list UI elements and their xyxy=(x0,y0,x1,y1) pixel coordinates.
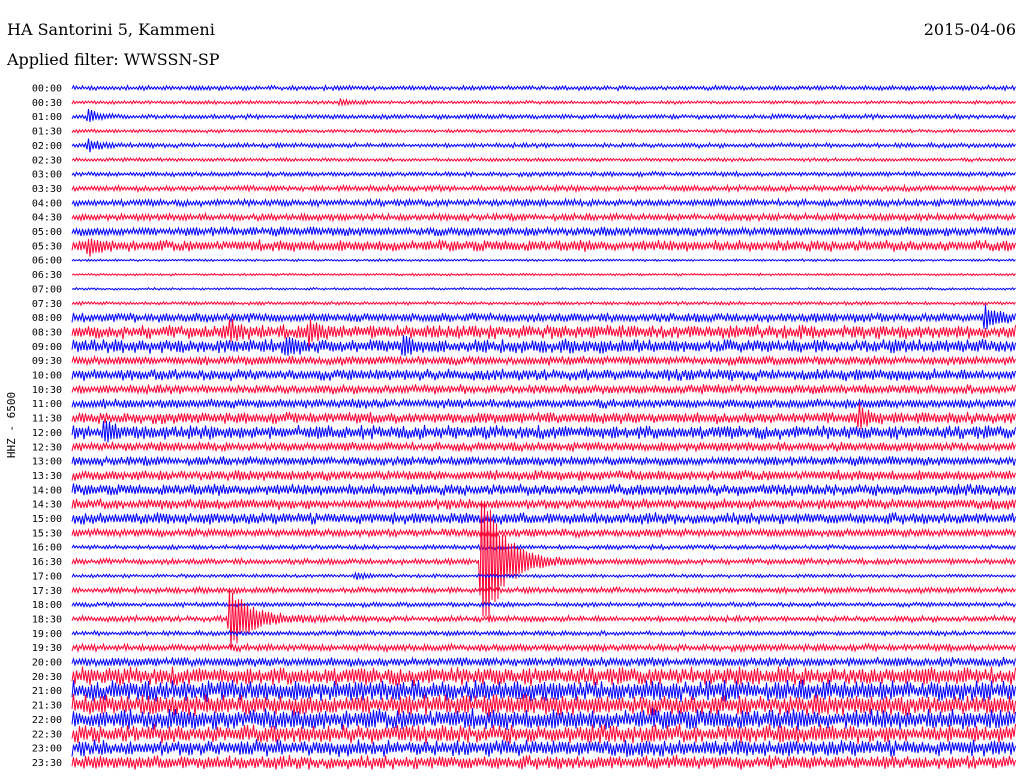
row-time-label: 11:30 xyxy=(32,414,62,425)
seismic-trace xyxy=(71,83,1016,92)
seismic-trace xyxy=(71,590,1016,650)
row-time-label: 19:00 xyxy=(32,629,62,640)
row-time-label: 06:00 xyxy=(32,256,62,267)
seismic-trace xyxy=(71,286,1016,291)
seismic-trace xyxy=(71,304,1016,330)
row-time-label: 04:30 xyxy=(32,213,62,224)
row-time-label: 22:00 xyxy=(32,715,62,726)
trace-rows: 00:00 00:30 01:00 01:30 02:00 02:30 03:00 03:30… xyxy=(32,84,1016,770)
row-time-label: 07:30 xyxy=(32,299,62,310)
seismic-trace xyxy=(71,498,1016,510)
helicorder-plot: 00:00 00:30 01:00 01:30 02:00 02:30 03:00 03:30… xyxy=(5,84,1016,770)
row-time-label: 02:00 xyxy=(32,141,62,152)
seismic-trace xyxy=(71,543,1016,552)
row-time-label: 16:30 xyxy=(32,557,62,568)
row-time-label: 08:30 xyxy=(32,327,62,338)
row-time-label: 08:00 xyxy=(32,313,62,324)
row-time-label: 00:30 xyxy=(32,98,62,109)
seismic-trace xyxy=(71,679,1016,703)
row-time-label: 03:00 xyxy=(32,170,62,181)
seismic-trace xyxy=(71,335,1016,357)
seismic-trace xyxy=(71,693,1016,717)
row-time-label: 17:30 xyxy=(32,586,62,597)
row-time-label: 18:00 xyxy=(32,600,62,611)
seismic-trace xyxy=(71,128,1016,135)
row-time-label: 01:00 xyxy=(32,112,62,123)
seismic-trace xyxy=(71,629,1016,638)
row-time-label: 06:30 xyxy=(32,270,62,281)
seismic-trace xyxy=(71,225,1016,238)
seismic-trace xyxy=(71,666,1016,687)
row-time-label: 05:00 xyxy=(32,227,62,238)
row-time-label: 18:30 xyxy=(32,614,62,625)
row-time-label: 21:30 xyxy=(32,701,62,712)
row-time-label: 02:30 xyxy=(32,155,62,166)
seismic-trace xyxy=(71,97,1016,107)
seismic-trace xyxy=(71,483,1016,497)
row-time-label: 20:00 xyxy=(32,658,62,669)
seismic-trace xyxy=(71,397,1016,410)
seismic-trace xyxy=(71,211,1016,223)
seismic-trace xyxy=(71,156,1016,163)
row-time-label: 10:30 xyxy=(32,385,62,396)
seismic-trace xyxy=(71,656,1016,668)
row-time-label: 14:00 xyxy=(32,485,62,496)
row-time-label: 12:30 xyxy=(32,442,62,453)
seismic-trace xyxy=(71,272,1016,277)
seismic-trace xyxy=(71,383,1016,396)
row-time-label: 10:00 xyxy=(32,371,62,382)
row-time-label: 19:30 xyxy=(32,643,62,654)
row-time-label: 15:30 xyxy=(32,528,62,539)
row-time-label: 23:00 xyxy=(32,744,62,755)
row-time-label: 16:00 xyxy=(32,543,62,554)
row-time-label: 21:00 xyxy=(32,686,62,697)
seismic-trace xyxy=(71,138,1016,153)
row-time-label: 09:00 xyxy=(32,342,62,353)
seismic-trace xyxy=(71,368,1016,382)
row-time-label: 13:30 xyxy=(32,471,62,482)
seismic-trace xyxy=(71,300,1016,307)
seismic-trace xyxy=(71,585,1016,595)
row-time-label: 23:30 xyxy=(32,758,62,769)
row-time-label: 20:30 xyxy=(32,672,62,683)
row-time-label: 01:30 xyxy=(32,127,62,138)
seismic-trace xyxy=(71,420,1016,443)
seismic-trace xyxy=(71,108,1016,123)
seismic-trace xyxy=(71,739,1016,757)
seismic-trace xyxy=(71,258,1016,263)
row-time-label: 05:30 xyxy=(32,241,62,252)
seismic-trace xyxy=(71,354,1016,367)
row-time-label: 17:00 xyxy=(32,571,62,582)
seismic-trace xyxy=(71,197,1016,209)
seismic-trace xyxy=(71,183,1016,194)
row-time-label: 14:30 xyxy=(32,500,62,511)
seismic-trace xyxy=(71,403,1016,430)
row-time-label: 13:00 xyxy=(32,457,62,468)
row-time-label: 03:30 xyxy=(32,184,62,195)
row-time-label: 00:00 xyxy=(32,84,62,95)
seismic-trace xyxy=(71,170,1016,179)
row-time-label: 09:30 xyxy=(32,356,62,367)
seismic-trace xyxy=(71,440,1016,453)
seismic-trace xyxy=(71,754,1016,770)
y-axis-label: HHZ - 6500 xyxy=(5,392,18,458)
seismic-trace xyxy=(71,512,1016,525)
row-time-label: 15:00 xyxy=(32,514,62,525)
seismic-trace xyxy=(71,600,1016,609)
row-time-label: 07:00 xyxy=(32,284,62,295)
seismic-trace xyxy=(71,707,1016,731)
row-time-label: 22:30 xyxy=(32,729,62,740)
seismic-trace xyxy=(71,571,1016,581)
row-time-label: 11:00 xyxy=(32,399,62,410)
seismic-trace xyxy=(71,455,1016,467)
row-time-label: 12:00 xyxy=(32,428,62,439)
seismic-trace xyxy=(71,527,1016,539)
seismic-trace xyxy=(71,642,1016,654)
seismic-trace xyxy=(71,238,1016,257)
row-time-label: 04:00 xyxy=(32,198,62,209)
seismic-trace xyxy=(71,469,1016,482)
